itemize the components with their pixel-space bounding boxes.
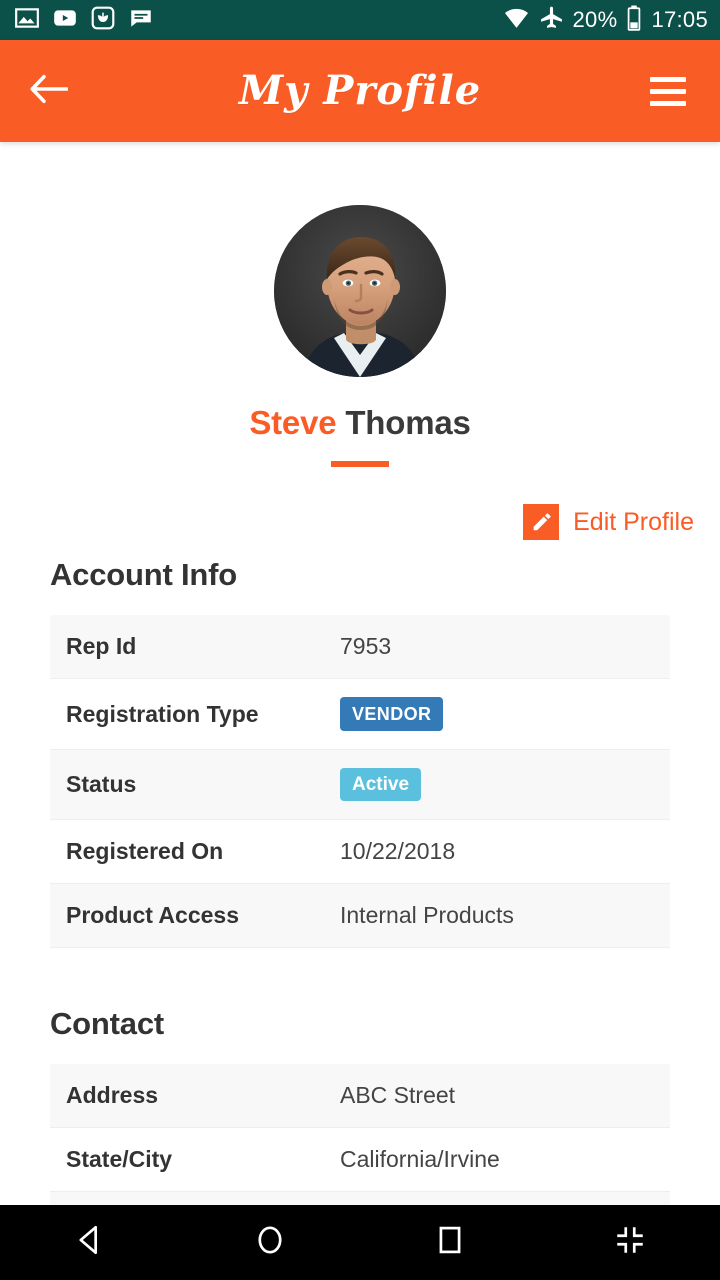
table-row: Status Active xyxy=(50,749,670,820)
table-row: Registered On 10/22/2018 xyxy=(50,819,670,884)
table-row: State/City California/Irvine xyxy=(50,1127,670,1192)
table-row: Registration Type VENDOR xyxy=(50,678,670,750)
contact-title: Contact xyxy=(50,1006,164,1042)
first-name: Steve xyxy=(249,404,337,441)
android-nav-bar xyxy=(0,1205,720,1280)
registration-type-badge: VENDOR xyxy=(340,697,444,732)
row-value: VENDOR xyxy=(322,679,670,750)
row-label: Registration Type xyxy=(66,700,259,727)
battery-percent: 20% xyxy=(572,7,618,32)
table-row: Rep Id 7953 xyxy=(50,615,670,679)
pencil-icon xyxy=(523,504,560,541)
row-value: 7953 xyxy=(340,633,392,660)
row-value: Active xyxy=(322,750,670,820)
leaf-app-icon xyxy=(90,5,116,36)
collapse-nav-icon xyxy=(613,1223,647,1262)
last-name: Thomas xyxy=(345,404,471,441)
recents-nav-icon xyxy=(433,1223,467,1262)
battery-icon xyxy=(626,5,642,36)
profile-name: Steve Thomas xyxy=(0,404,720,441)
menu-line-2 xyxy=(650,88,686,94)
row-value: ABC Street xyxy=(340,1082,456,1109)
status-notifications xyxy=(14,5,154,36)
row-value: 10/22/2018 xyxy=(340,838,456,865)
name-underline xyxy=(331,461,389,468)
back-button[interactable] xyxy=(24,66,74,116)
message-icon xyxy=(128,5,154,36)
back-nav-icon xyxy=(73,1223,107,1262)
row-label: State/City xyxy=(66,1146,173,1173)
hamburger-menu-icon[interactable] xyxy=(650,68,696,114)
youtube-icon xyxy=(52,5,78,36)
recents-nav-button[interactable] xyxy=(360,1205,540,1280)
row-value: Internal Products xyxy=(340,902,514,929)
account-info-table: Rep Id 7953 Registration Type VENDOR Sta… xyxy=(50,615,670,948)
table-row: Product Access Internal Products xyxy=(50,883,670,948)
home-nav-icon xyxy=(253,1223,287,1262)
table-row: Address ABC Street xyxy=(50,1064,670,1128)
profile-content: Steve Thomas Edit Profile Account Info R… xyxy=(0,142,720,1205)
wifi-icon xyxy=(503,7,530,34)
page-title: My Profile xyxy=(238,67,482,114)
collapse-nav-button[interactable] xyxy=(540,1205,720,1280)
home-nav-button[interactable] xyxy=(180,1205,360,1280)
clock: 17:05 xyxy=(651,7,708,32)
row-value: yyyyyyyyyy xyxy=(322,1192,670,1205)
account-info-title: Account Info xyxy=(50,557,238,593)
row-label: Rep Id xyxy=(66,633,137,660)
contact-table: Address ABC Street State/City California… xyxy=(50,1064,670,1205)
menu-line-1 xyxy=(650,76,686,82)
back-arrow-icon xyxy=(30,74,69,109)
row-label: Registered On xyxy=(66,838,224,865)
row-label: Address xyxy=(66,1082,159,1109)
status-bar: 20% 17:05 xyxy=(0,0,720,40)
avatar-container xyxy=(0,142,720,377)
edit-profile-label: Edit Profile xyxy=(573,507,694,536)
avatar[interactable] xyxy=(274,205,446,377)
airplane-mode-icon xyxy=(539,5,564,35)
row-label: Status xyxy=(66,771,137,798)
status-badge: Active xyxy=(340,768,422,802)
avatar-photo xyxy=(274,205,446,377)
menu-line-3 xyxy=(650,100,686,106)
image-icon xyxy=(14,5,40,36)
status-indicators: 20% 17:05 xyxy=(503,5,709,36)
edit-profile-button[interactable]: Edit Profile xyxy=(0,504,720,541)
table-row: Mobile yyyyyyyyyy xyxy=(50,1191,670,1205)
profile-screen: 20% 17:05 My Profile Steve Thomas Edit P… xyxy=(0,0,720,1280)
app-bar: My Profile xyxy=(0,40,720,142)
row-label: Mobile xyxy=(50,1192,322,1205)
back-nav-button[interactable] xyxy=(0,1205,180,1280)
row-label: Product Access xyxy=(66,902,239,929)
row-value: California/Irvine xyxy=(340,1146,500,1173)
